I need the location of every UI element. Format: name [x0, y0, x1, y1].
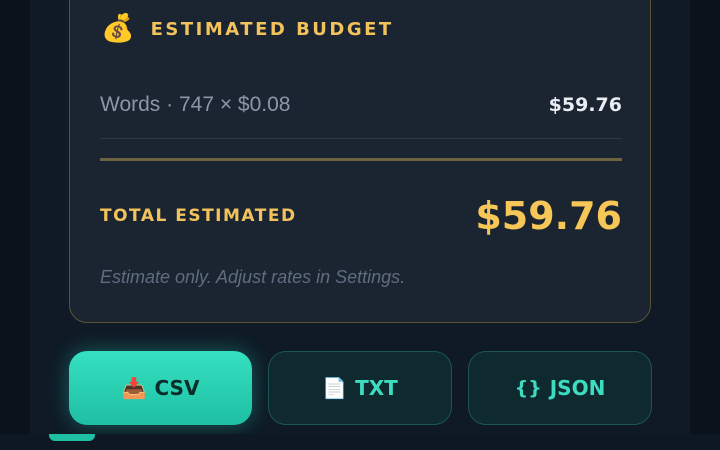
total-row: TOTAL ESTIMATED $59.76: [100, 191, 622, 241]
line-item-label: Words · 747 × $0.08: [100, 93, 291, 116]
export-csv-label: CSV: [154, 376, 200, 400]
export-json-label: JSON: [549, 376, 606, 400]
line-item-row: Words · 747 × $0.08 $59.76: [100, 93, 622, 117]
active-tab-indicator: [49, 434, 95, 441]
export-buttons: 📥 CSV 📄 TXT {} JSON: [69, 351, 652, 425]
estimate-note: Estimate only. Adjust rates in Settings.: [100, 267, 406, 287]
total-value: $59.76: [475, 194, 622, 238]
total-label: TOTAL ESTIMATED: [100, 206, 297, 226]
budget-card: 💰 ESTIMATED BUDGET Words · 747 × $0.08 $…: [69, 0, 651, 323]
download-tray-icon: 📥: [121, 376, 147, 400]
document-icon: 📄: [322, 376, 348, 400]
money-bag-icon: 💰: [101, 13, 135, 44]
divider: [100, 138, 622, 139]
bottom-bar: [0, 434, 720, 450]
left-frame: [0, 0, 30, 450]
export-txt-button[interactable]: 📄 TXT: [268, 351, 452, 425]
braces-icon: {}: [514, 377, 542, 399]
line-item-value: $59.76: [548, 94, 622, 116]
right-frame: [690, 0, 720, 450]
export-txt-label: TXT: [355, 376, 398, 400]
total-divider: [100, 158, 622, 161]
export-csv-button[interactable]: 📥 CSV: [69, 351, 252, 425]
budget-title: ESTIMATED BUDGET: [150, 18, 394, 40]
budget-card-header: 💰 ESTIMATED BUDGET: [101, 11, 394, 47]
export-json-button[interactable]: {} JSON: [468, 351, 652, 425]
